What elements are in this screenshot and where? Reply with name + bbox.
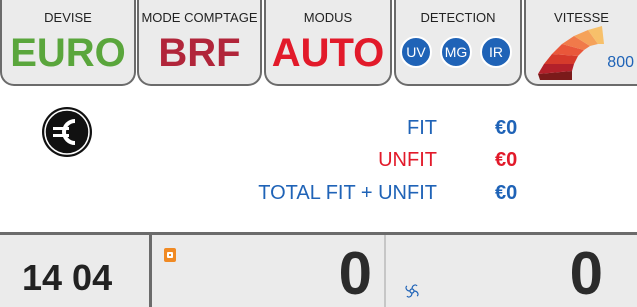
pouch-icon bbox=[164, 248, 176, 262]
speed-tile-label: VITESSE bbox=[554, 10, 609, 25]
batch-count: 0 bbox=[569, 240, 603, 307]
uv-badge: UV bbox=[400, 36, 432, 68]
count-mode-value: BRF bbox=[158, 31, 241, 75]
top-status-bar: DEVISE EURO MODE COMPTAGE BRF MODUS AUTO… bbox=[0, 0, 637, 90]
modus-tile[interactable]: MODUS AUTO bbox=[264, 0, 392, 86]
speed-gauge-icon bbox=[538, 26, 604, 80]
currency-tile-label: DEVISE bbox=[44, 10, 92, 25]
detection-badges: UV MG IR bbox=[400, 36, 520, 70]
unfit-row: UNFIT €0 bbox=[0, 145, 637, 175]
fit-label: FIT bbox=[407, 117, 437, 139]
mg-badge: MG bbox=[440, 36, 472, 68]
pocket-count-panel[interactable]: 0 bbox=[153, 235, 386, 307]
currency-tile[interactable]: DEVISE EURO bbox=[0, 0, 136, 86]
batch-count-panel[interactable]: 0 bbox=[386, 235, 637, 307]
count-mode-tile-label: MODE COMPTAGE bbox=[141, 10, 258, 25]
currency-value: EURO bbox=[10, 31, 126, 75]
unfit-value: €0 bbox=[495, 149, 518, 171]
ir-badge: IR bbox=[480, 36, 512, 68]
date-panel: 14 04 bbox=[0, 235, 152, 307]
detection-tile[interactable]: DETECTION UV MG IR bbox=[394, 0, 522, 86]
modus-value: AUTO bbox=[271, 31, 385, 75]
bottom-status-bar: 14 04 0 0 bbox=[0, 232, 637, 307]
total-value: €0 bbox=[495, 182, 518, 204]
total-row: TOTAL FIT + UNFIT €0 bbox=[0, 178, 637, 208]
total-label: TOTAL FIT + UNFIT bbox=[258, 182, 437, 204]
pocket-count: 0 bbox=[338, 240, 372, 307]
speed-value: 800 bbox=[607, 54, 634, 71]
fan-icon bbox=[405, 284, 419, 298]
fit-row: FIT €0 bbox=[0, 113, 637, 143]
fit-value: €0 bbox=[495, 117, 518, 139]
modus-tile-label: MODUS bbox=[303, 10, 353, 25]
unfit-label: UNFIT bbox=[378, 149, 437, 171]
speed-tile[interactable]: VITESSE 800 bbox=[524, 0, 637, 86]
detection-tile-label: DETECTION bbox=[420, 10, 496, 25]
date-display: 14 04 bbox=[22, 257, 113, 298]
count-mode-tile[interactable]: MODE COMPTAGE BRF bbox=[137, 0, 262, 86]
